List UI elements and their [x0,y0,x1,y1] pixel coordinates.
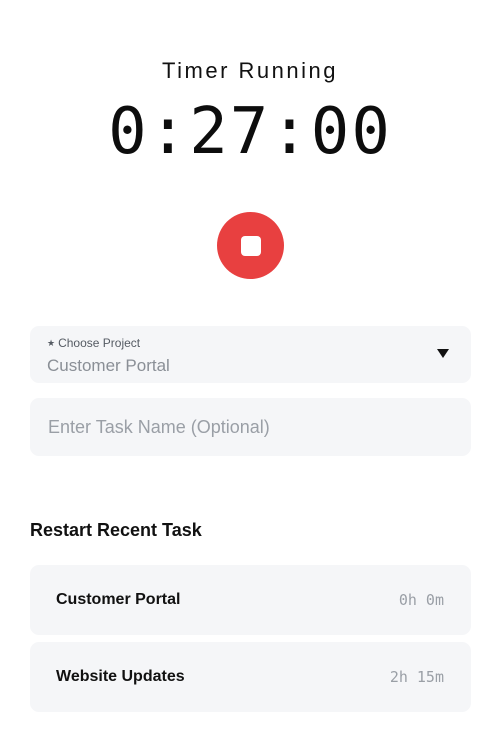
chevron-down-icon [437,349,449,358]
project-select-value: Customer Portal [47,356,170,375]
timer-status-title: Timer Running [162,58,338,83]
recent-task-name: Customer Portal [56,591,181,608]
recent-task-time: 2h 15m [389,668,444,686]
stop-icon [240,235,261,256]
project-select-label-text: Choose Project [58,336,141,350]
elapsed-time-display: 0:27:00 [108,95,392,169]
task-name-input[interactable] [30,398,471,456]
recent-task-time: 0h 0m [398,591,444,609]
recent-tasks-heading: Restart Recent Task [30,520,202,540]
required-star-icon: ★ [47,338,56,348]
stop-timer-button[interactable] [217,212,284,279]
project-select[interactable]: ★ Choose Project Customer Portal [30,326,471,383]
recent-task-name: Website Updates [56,668,185,685]
recent-task-item[interactable]: Website Updates 2h 15m [30,642,471,712]
project-select-label: ★ Choose Project [47,336,140,350]
timer-screen: Timer Running 0:27:00 ★ Choose Project Cu… [0,0,500,756]
recent-task-item[interactable]: Customer Portal 0h 0m [30,565,471,635]
